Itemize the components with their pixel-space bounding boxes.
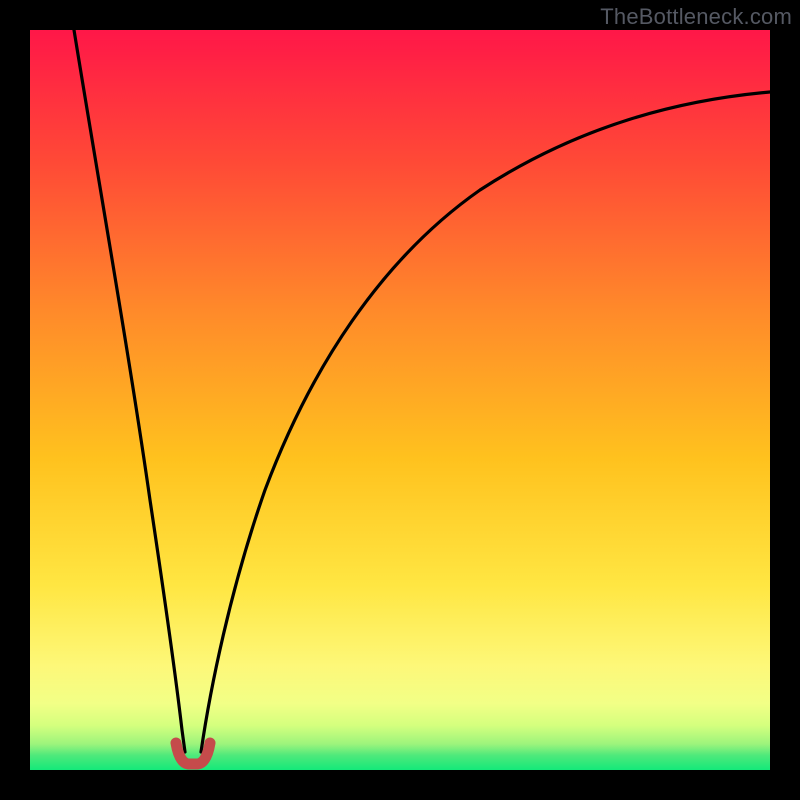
- left-branch: [74, 30, 185, 752]
- watermark-text: TheBottleneck.com: [600, 4, 792, 30]
- curve-layer: [30, 30, 770, 770]
- plot-area: [30, 30, 770, 770]
- valley-marker: [176, 743, 210, 764]
- right-branch: [201, 92, 770, 752]
- chart-frame: TheBottleneck.com: [0, 0, 800, 800]
